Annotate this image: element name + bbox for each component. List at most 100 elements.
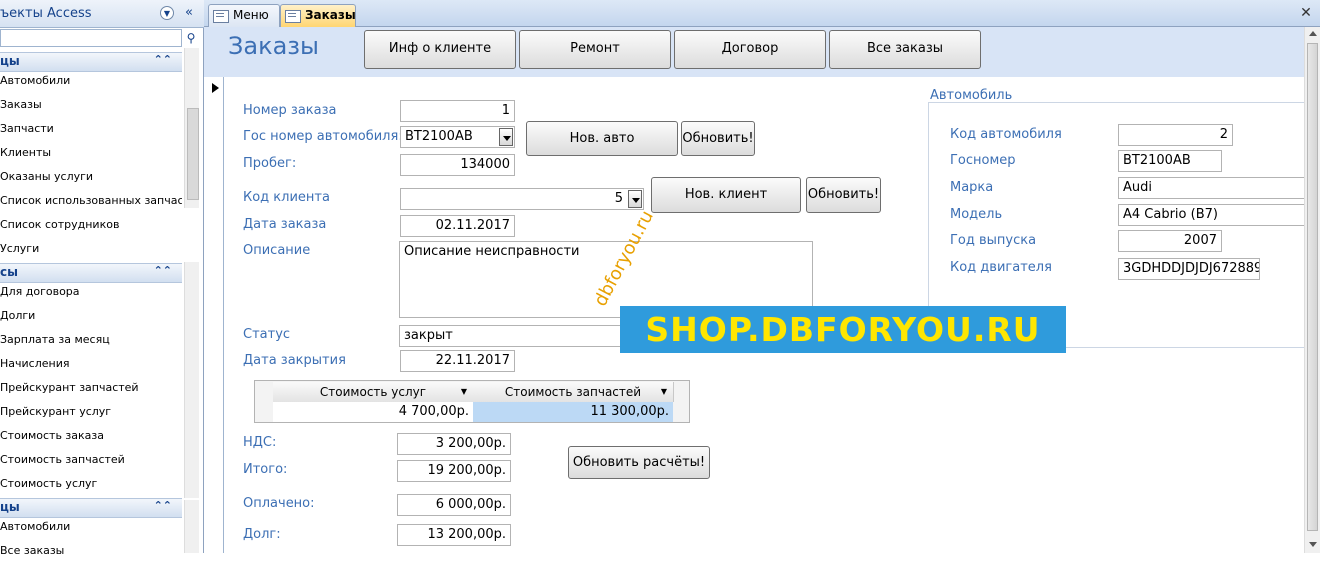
collapse-group-icon[interactable]: ⌃⌃ [154,264,172,277]
car-group-label: Автомобиль [930,88,1013,103]
collapse-group-icon[interactable]: ⌃⌃ [154,499,172,512]
close-date-field[interactable]: 22.11.2017 [400,350,515,372]
chevron-down-icon[interactable] [499,128,513,146]
close-icon[interactable]: ✕ [1296,4,1316,22]
refresh-client-button[interactable]: Обновить! [806,177,881,213]
nav-group-forms[interactable]: цы ⌃⌃ [0,498,182,518]
nav-pane-header[interactable]: ъекты Access ▼ « [0,0,204,28]
scroll-up-icon[interactable] [1309,31,1317,36]
mileage-label: Пробег: [243,156,297,171]
nav-item[interactable]: Начисления [0,353,182,375]
nav-group-tables[interactable]: цы ⌃⌃ [0,52,182,72]
collapse-pane-icon[interactable]: « [181,4,197,22]
nav-item[interactable]: Зарплата за месяц [0,329,182,351]
collapse-group-icon[interactable]: ⌃⌃ [154,53,172,66]
current-record-icon [212,83,219,93]
paid-label: Оплачено: [243,496,315,511]
nav-pane-title: ъекты Access [0,6,92,21]
car-model-label: Модель [950,207,1003,222]
mileage-field[interactable]: 134000 [400,154,515,176]
car-engine-label: Код двигателя [950,260,1052,275]
scroll-down-icon[interactable] [1309,542,1317,547]
paid-field[interactable]: 6 000,00р. [397,494,511,516]
watermark-banner: SHOP.DBFORYOU.RU [620,306,1066,353]
car-year-field[interactable]: 2007 [1118,230,1222,252]
car-year-label: Год выпуска [950,233,1037,248]
chevron-down-icon[interactable] [628,190,642,208]
vat-field[interactable]: 3 200,00р. [397,433,511,455]
repair-button[interactable]: Ремонт [519,30,671,69]
car-engine-field[interactable]: 3GDHDDJDJDJ672889 [1118,258,1260,280]
client-code-label: Код клиента [243,190,330,205]
scroll-thumb[interactable] [1307,43,1318,531]
nav-item[interactable]: Услуги [0,238,182,260]
nav-item[interactable]: Список сотрудников [0,214,182,236]
order-date-field[interactable]: 02.11.2017 [400,215,515,237]
recalculate-button[interactable]: Обновить расчёты! [568,446,710,479]
debt-field[interactable]: 13 200,00р. [397,524,511,546]
vat-label: НДС: [243,435,277,450]
tab-orders[interactable]: Заказы [280,4,356,28]
nav-item[interactable]: Автомобили [0,516,182,538]
car-code-label: Код автомобиля [950,127,1062,142]
nav-scrollbar[interactable] [184,500,199,553]
nav-item[interactable]: Стоимость запчастей [0,449,182,471]
car-make-label: Марка [950,180,994,195]
nav-item[interactable]: Долги [0,305,182,327]
column-header[interactable]: Стоимость запчастей ▼ [473,382,674,402]
nav-search-input[interactable] [0,29,182,47]
nav-item[interactable]: Все заказы [0,540,182,562]
form-icon [285,10,301,23]
close-date-label: Дата закрытия [243,353,346,368]
search-icon[interactable]: ⚲ [182,29,200,47]
nav-item[interactable]: Оказаны услуги [0,166,182,188]
order-date-label: Дата заказа [243,217,327,232]
contract-button[interactable]: Договор [674,30,826,69]
nav-item[interactable]: Стоимость услуг [0,473,182,495]
client-info-button[interactable]: Инф о клиенте [364,30,516,69]
total-field[interactable]: 19 200,00р. [397,460,511,482]
parts-cost-cell[interactable]: 11 300,00р. [473,402,673,422]
chevron-down-icon[interactable]: ▼ [461,382,467,402]
new-car-button[interactable]: Нов. авто [526,121,678,156]
car-code-field[interactable]: 2 [1118,124,1233,146]
status-label: Статус [243,327,291,342]
nav-scrollbar[interactable] [184,48,199,208]
description-label: Описание [243,243,311,258]
refresh-car-button[interactable]: Обновить! [681,121,755,156]
nav-item[interactable]: Для договора [0,281,182,303]
nav-item[interactable]: Стоимость заказа [0,425,182,447]
tab-menu[interactable]: Меню [208,4,280,28]
nav-item[interactable]: Автомобили [0,70,182,92]
chevron-down-icon[interactable]: ▼ [661,382,667,402]
form-icon [213,10,229,23]
page-title: Заказы [228,32,320,60]
form-scrollbar[interactable] [1304,27,1320,553]
nav-item[interactable]: Список использованных запчас... [0,190,182,212]
plate-combo[interactable]: ВТ2100АВ [400,126,515,148]
nav-item[interactable]: Запчасти [0,118,182,140]
new-client-button[interactable]: Нов. клиент [651,177,801,213]
debt-label: Долг: [243,527,281,542]
car-make-field[interactable]: Audi [1118,177,1304,199]
car-plate-field[interactable]: ВТ2100АВ [1118,150,1222,172]
chevron-down-icon[interactable]: ▼ [160,6,174,20]
total-label: Итого: [243,462,288,477]
navigation-pane: ъекты Access ▼ « ⚲ цы ⌃⌃ Автомобили Заказ… [0,0,204,557]
client-code-combo[interactable]: 5 [400,188,644,210]
nav-item[interactable]: Прейскурант услуг [0,401,182,423]
column-header[interactable]: Стоимость услуг ▼ [273,382,474,402]
costs-subform: Стоимость услуг ▼ Стоимость запчастей ▼ 4 … [254,380,690,423]
order-number-label: Номер заказа [243,103,337,118]
nav-item[interactable]: Заказы [0,94,182,116]
record-selector[interactable] [204,77,224,553]
order-number-field[interactable]: 1 [400,100,515,122]
document-tabs: Меню Заказы [204,0,1320,28]
nav-item[interactable]: Клиенты [0,142,182,164]
car-model-field[interactable]: A4 Cabrio (B7) [1118,204,1304,226]
nav-item[interactable]: Прейскурант запчастей [0,377,182,399]
services-cost-cell[interactable]: 4 700,00р. [273,402,473,422]
all-orders-button[interactable]: Все заказы [829,30,981,69]
nav-group-queries[interactable]: сы ⌃⌃ [0,263,182,283]
nav-scrollbar[interactable] [184,262,199,498]
